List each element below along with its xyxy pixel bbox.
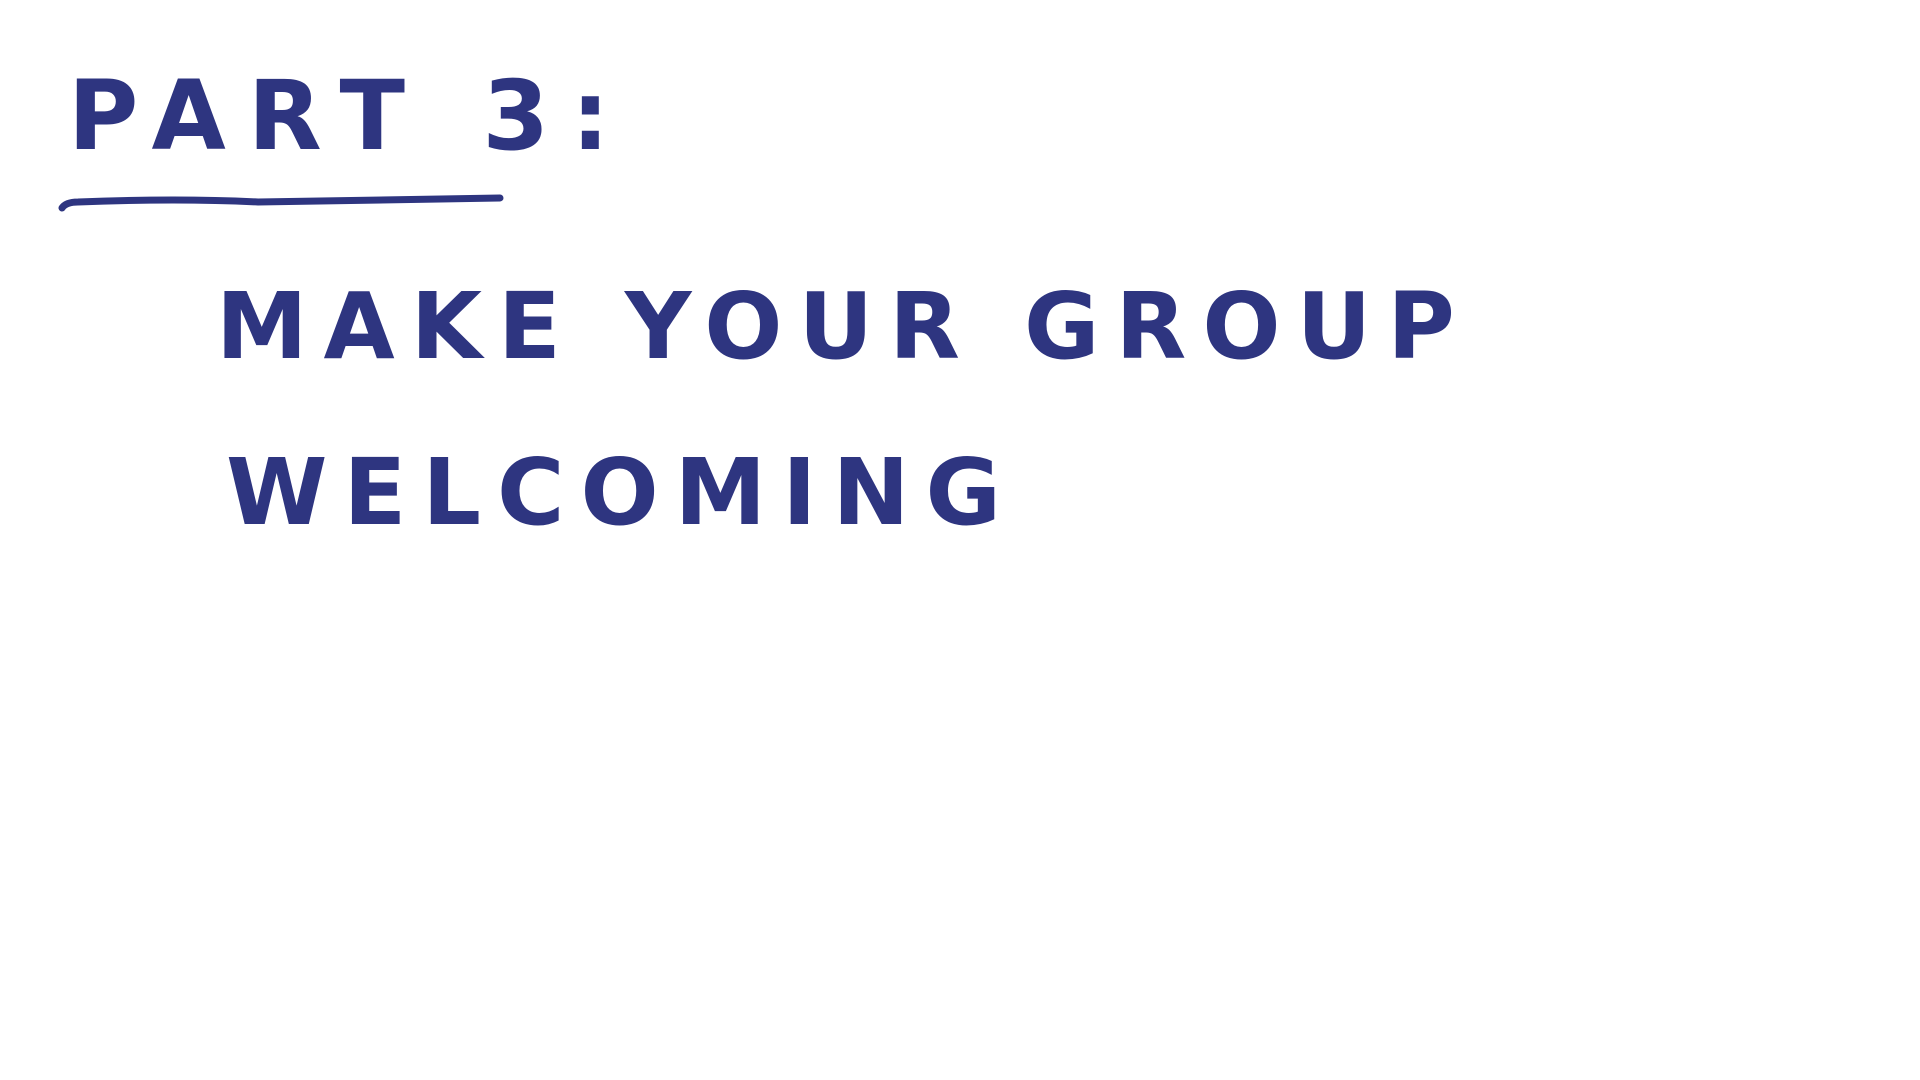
section-heading: PART 3: [68, 60, 632, 172]
title-line-1: MAKE YOUR GROUP [216, 273, 1471, 380]
title-line-2: WELCOMING [226, 439, 1017, 546]
heading-underline [58, 194, 504, 212]
underline-stroke [58, 194, 504, 212]
whiteboard-canvas: PART 3: MAKE YOUR GROUP WELCOMING [0, 0, 1920, 1080]
